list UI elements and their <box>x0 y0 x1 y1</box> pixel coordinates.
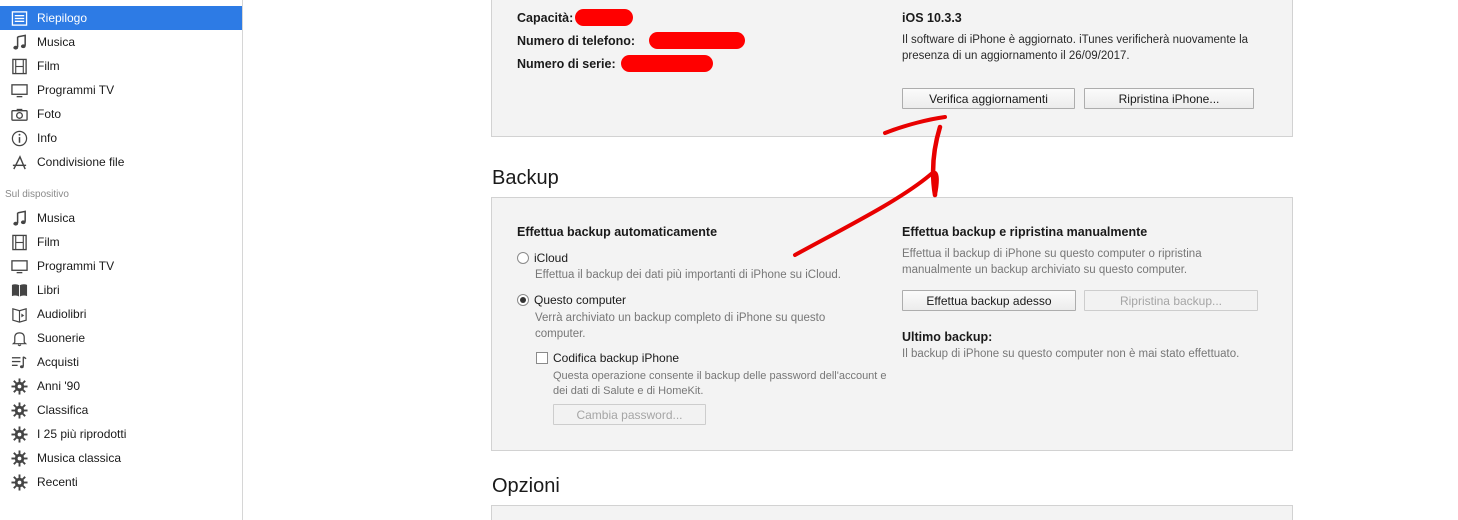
last-backup-heading: Ultimo backup: <box>902 330 993 344</box>
sidebar-item-label: Film <box>37 59 60 73</box>
this-computer-radio[interactable] <box>517 294 529 306</box>
annotation-arrow-icon <box>793 115 947 257</box>
capacity-redaction <box>575 9 633 26</box>
sidebar-item-label: I 25 più riprodotti <box>37 427 127 441</box>
sidebar-item-label: Condivisione file <box>37 155 125 169</box>
sidebar-device-item-9[interactable]: I 25 più riprodotti <box>0 422 242 446</box>
sidebar-device-item-5[interactable]: Suonerie <box>0 326 242 350</box>
encrypt-backup-checkbox[interactable] <box>536 352 548 364</box>
capacity-label: Capacità: <box>517 11 574 25</box>
tv-icon <box>9 81 29 99</box>
icloud-radio[interactable] <box>517 252 529 264</box>
sidebar-item-label: Programmi TV <box>37 83 115 97</box>
ios-version: iOS 10.3.3 <box>902 11 962 25</box>
sidebar: Riepilogo Musica Film Programmi TV Foto Info C… <box>0 0 243 520</box>
sidebar-item-label: Libri <box>37 283 60 297</box>
software-status-line1: Il software di iPhone è aggiornato. iTun… <box>902 34 1249 46</box>
sidebar-item-label: Classifica <box>37 403 89 417</box>
gear-icon <box>9 425 29 443</box>
phone-number-label: Numero di telefono: <box>517 34 636 48</box>
sidebar-item-label: Audiolibri <box>37 307 87 321</box>
app-store-icon <box>9 153 29 171</box>
sidebar-settings-item-3[interactable]: Programmi TV <box>0 78 242 102</box>
gear-icon <box>9 473 29 491</box>
change-password-button[interactable]: Cambia password... <box>553 404 706 425</box>
sidebar-item-label: Suonerie <box>37 331 86 345</box>
sidebar-item-label: Musica <box>37 35 76 49</box>
bell-icon <box>9 329 29 347</box>
sidebar-settings-item-0[interactable]: Riepilogo <box>0 6 242 30</box>
film-strip-icon <box>9 57 29 75</box>
sidebar-device-item-1[interactable]: Film <box>0 230 242 254</box>
encrypt-backup-label[interactable]: Codifica backup iPhone <box>553 351 679 365</box>
backup-section-title: Backup <box>492 167 559 189</box>
sidebar-device-item-3[interactable]: Libri <box>0 278 242 302</box>
serial-number-label: Numero di serie: <box>517 57 616 71</box>
audiobook-icon <box>9 305 29 323</box>
auto-backup-heading: Effettua backup automaticamente <box>517 225 718 239</box>
this-computer-desc-line1: Verrà archiviato un backup completo di i… <box>535 312 826 324</box>
last-backup-description: Il backup di iPhone su questo computer n… <box>902 348 1240 360</box>
sidebar-device-item-11[interactable]: Recenti <box>0 470 242 494</box>
sidebar-item-label: Info <box>37 131 58 145</box>
this-computer-label[interactable]: Questo computer <box>534 293 626 307</box>
sidebar-settings-item-4[interactable]: Foto <box>0 102 242 126</box>
sidebar-device-item-4[interactable]: Audiolibri <box>0 302 242 326</box>
sidebar-device-item-0[interactable]: Musica <box>0 206 242 230</box>
device-section-header: Sul dispositivo <box>5 189 69 200</box>
purchased-list-icon <box>9 353 29 371</box>
restore-backup-button[interactable]: Ripristina backup... <box>1084 290 1258 311</box>
phone-number-redaction <box>649 32 745 49</box>
sidebar-item-label: Film <box>37 235 60 249</box>
sidebar-item-label: Recenti <box>37 475 78 489</box>
serial-number-redaction <box>621 55 713 72</box>
music-note-icon <box>9 33 29 51</box>
sidebar-item-label: Acquisti <box>37 355 80 369</box>
options-panel <box>491 505 1293 520</box>
sidebar-device-item-6[interactable]: Acquisti <box>0 350 242 374</box>
tv-icon <box>9 257 29 275</box>
sidebar-settings-item-1[interactable]: Musica <box>0 30 242 54</box>
sidebar-item-label: Musica classica <box>37 451 122 465</box>
film-strip-icon <box>9 233 29 251</box>
info-icon <box>9 129 29 147</box>
sidebar-item-label: Anni '90 <box>37 379 80 393</box>
sidebar-item-label: Riepilogo <box>37 11 88 25</box>
gear-icon <box>9 401 29 419</box>
gear-icon <box>9 449 29 467</box>
sidebar-item-label: Musica <box>37 211 76 225</box>
this-computer-desc-line2: computer. <box>535 328 586 340</box>
music-note-icon <box>9 209 29 227</box>
manual-desc-line2: manualmente un backup archiviato su ques… <box>902 264 1188 276</box>
encrypt-desc-line2: dei dati di Salute e di HomeKit. <box>553 385 704 397</box>
options-section-title: Opzioni <box>492 475 560 497</box>
encrypt-desc-line1: Questa operazione consente il backup del… <box>553 370 887 382</box>
summary-icon <box>9 9 29 27</box>
gear-icon <box>9 377 29 395</box>
software-status-line2: presenza di un aggiornamento il 26/09/20… <box>902 50 1130 62</box>
icloud-label[interactable]: iCloud <box>534 251 568 265</box>
restore-iphone-button[interactable]: Ripristina iPhone... <box>1084 88 1254 109</box>
sidebar-device-item-7[interactable]: Anni '90 <box>0 374 242 398</box>
sidebar-settings-item-5[interactable]: Info <box>0 126 242 150</box>
sidebar-item-label: Programmi TV <box>37 259 115 273</box>
sidebar-device-item-10[interactable]: Musica classica <box>0 446 242 470</box>
sidebar-device-item-2[interactable]: Programmi TV <box>0 254 242 278</box>
backup-now-button[interactable]: Effettua backup adesso <box>902 290 1076 311</box>
icloud-description: Effettua il backup dei dati più importan… <box>535 269 842 281</box>
sidebar-item-label: Foto <box>37 107 62 121</box>
sidebar-settings-item-6[interactable]: Condivisione file <box>0 150 242 174</box>
sidebar-device-item-8[interactable]: Classifica <box>0 398 242 422</box>
camera-icon <box>9 105 29 123</box>
sidebar-settings-item-2[interactable]: Film <box>0 54 242 78</box>
book-icon <box>9 281 29 299</box>
